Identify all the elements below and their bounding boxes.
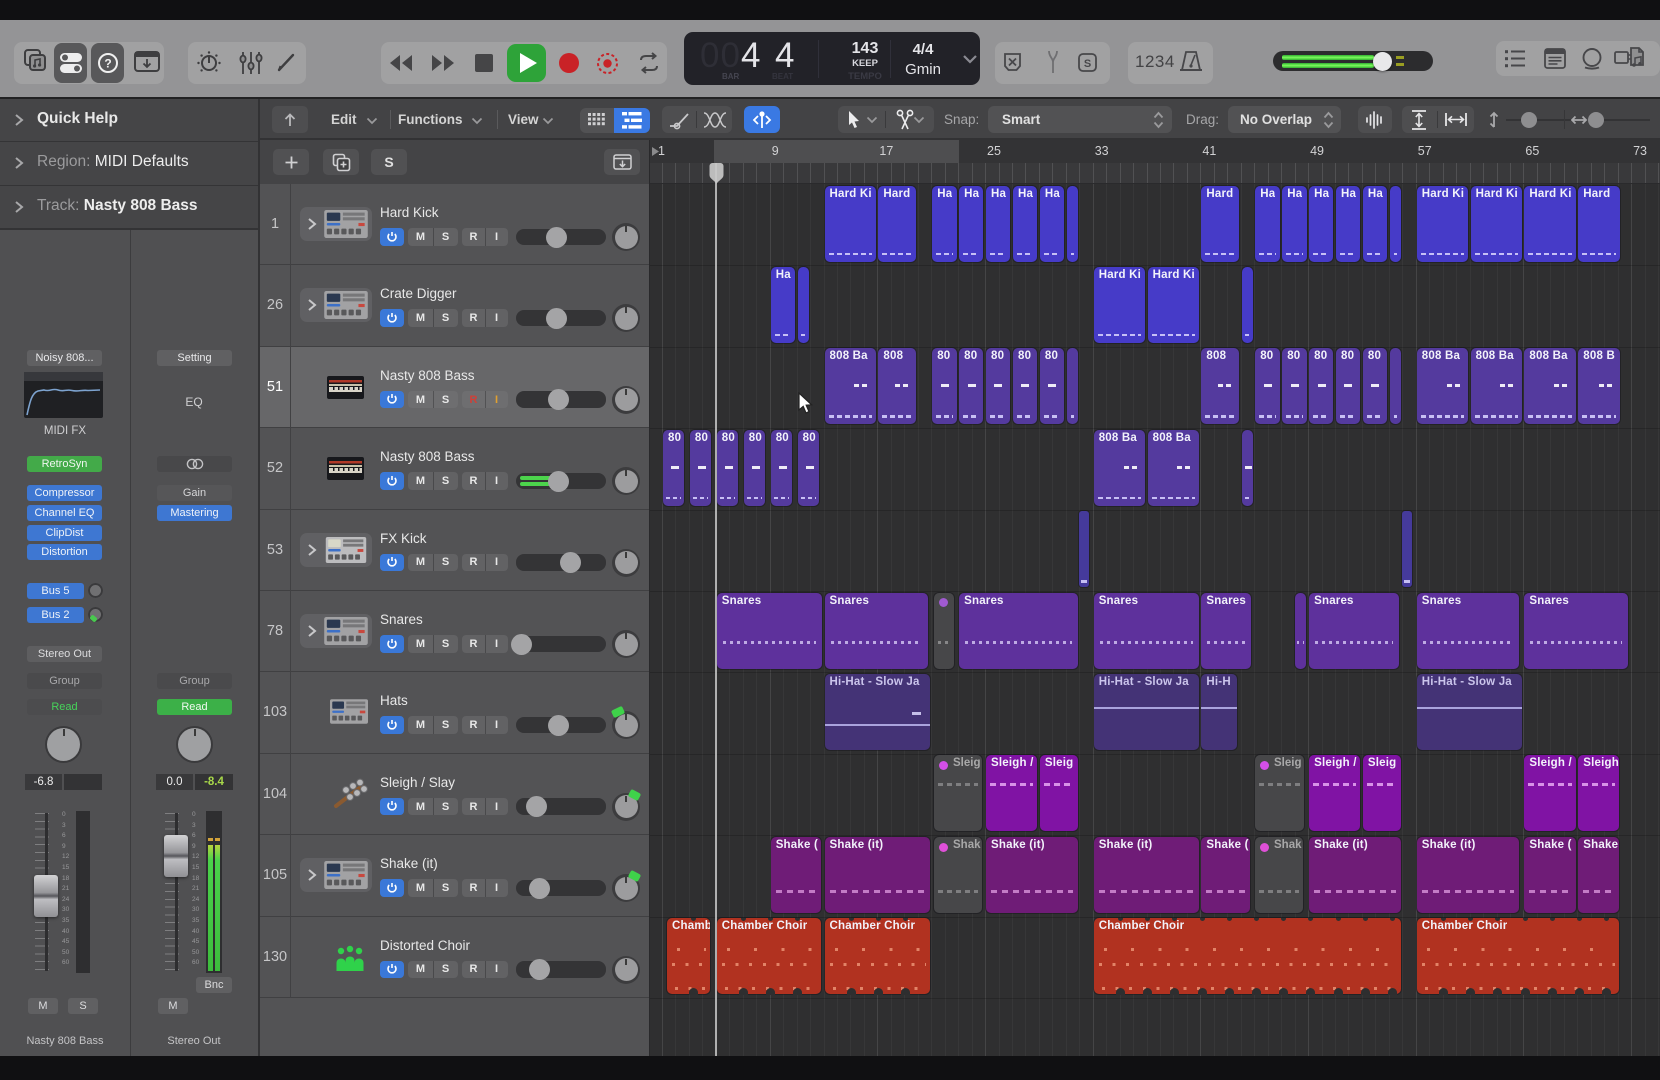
svg-text:?: ? (104, 57, 111, 71)
svg-text:S: S (1084, 58, 1091, 70)
